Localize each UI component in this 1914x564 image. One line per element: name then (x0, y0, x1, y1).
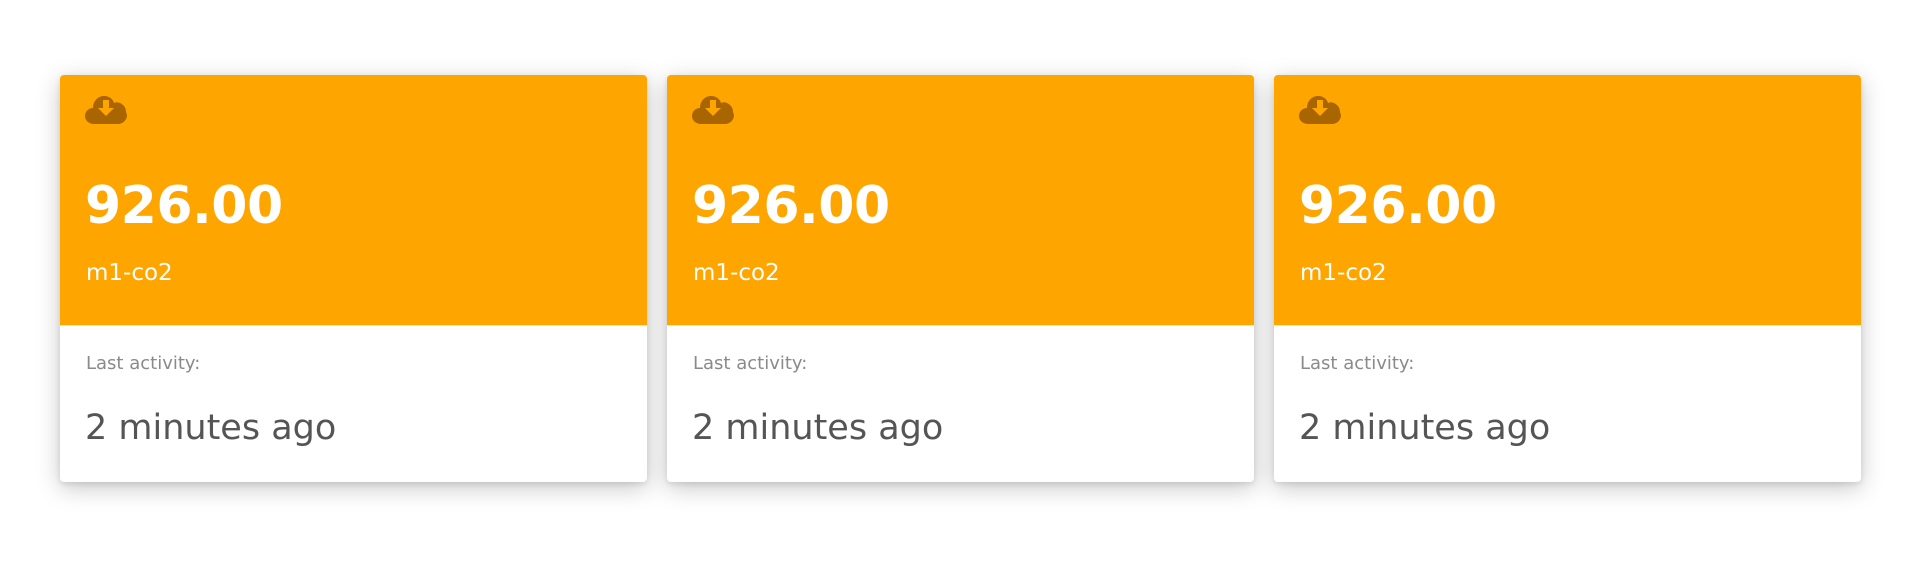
card-header: 926.00 m1-co2 (1274, 75, 1861, 325)
card-footer: Last activity: 2 minutes ago (667, 325, 1254, 482)
cloud-download-icon (1299, 91, 1341, 125)
last-activity-value: 2 minutes ago (692, 408, 944, 448)
sensor-card[interactable]: 926.00 m1-co2 Last activity: 2 minutes a… (60, 75, 647, 482)
sensor-card[interactable]: 926.00 m1-co2 Last activity: 2 minutes a… (667, 75, 1254, 482)
card-label: m1-co2 (1300, 260, 1387, 286)
last-activity-value: 2 minutes ago (85, 408, 337, 448)
sensor-card-row: 926.00 m1-co2 Last activity: 2 minutes a… (60, 75, 1861, 482)
card-footer: Last activity: 2 minutes ago (1274, 325, 1861, 482)
cloud-download-icon (85, 91, 127, 125)
cloud-download-icon (692, 91, 734, 125)
card-value: 926.00 (692, 176, 890, 236)
last-activity-label: Last activity: (693, 353, 808, 374)
card-header: 926.00 m1-co2 (60, 75, 647, 325)
card-label: m1-co2 (693, 260, 780, 286)
card-value: 926.00 (1299, 176, 1497, 236)
sensor-card[interactable]: 926.00 m1-co2 Last activity: 2 minutes a… (1274, 75, 1861, 482)
card-footer: Last activity: 2 minutes ago (60, 325, 647, 482)
card-value: 926.00 (85, 176, 283, 236)
card-header: 926.00 m1-co2 (667, 75, 1254, 325)
last-activity-value: 2 minutes ago (1299, 408, 1551, 448)
card-label: m1-co2 (86, 260, 173, 286)
last-activity-label: Last activity: (86, 353, 201, 374)
last-activity-label: Last activity: (1300, 353, 1415, 374)
